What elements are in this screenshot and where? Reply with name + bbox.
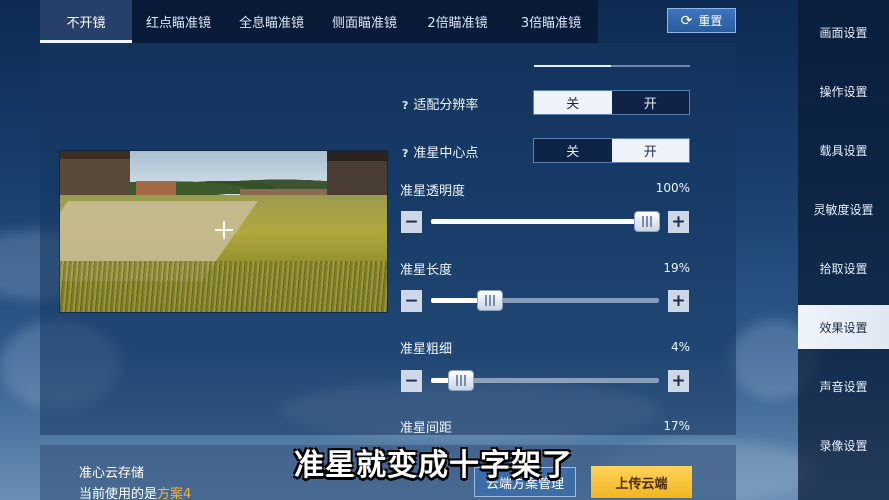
center-dot-label-row: ? 准星中心点 [402, 142, 478, 161]
resolution-label-row: ? 适配分辨率 [402, 94, 478, 113]
tab-no-scope[interactable]: 不开镜 [40, 0, 132, 43]
opacity-slider-thumb[interactable] [634, 211, 660, 232]
help-icon[interactable]: ? [402, 147, 408, 160]
thickness-value: 4% [670, 340, 690, 354]
length-value: 19% [663, 261, 690, 275]
center-dot-label: 准星中心点 [413, 146, 479, 161]
thickness-slider-thumb[interactable] [447, 370, 474, 391]
center-dot-toggle: 关 开 [533, 138, 690, 163]
length-slider-thumb[interactable] [476, 290, 503, 311]
resolution-off-option[interactable]: 关 [534, 91, 612, 114]
opacity-minus-button[interactable]: − [401, 211, 422, 233]
center-dot-on-option[interactable]: 开 [611, 139, 689, 162]
preview-grass [60, 261, 387, 312]
current-plan-name: 方案4 [157, 487, 192, 500]
opacity-label: 准星透明度 [400, 184, 466, 199]
center-dot-off-option[interactable]: 关 [534, 139, 612, 162]
crosshair-preview [59, 150, 388, 313]
cloud-storage-title: 准心云存储 [79, 466, 145, 481]
crosshair-icon [215, 221, 233, 239]
thickness-slider[interactable] [431, 370, 659, 391]
resolution-toggle: 关 开 [533, 90, 690, 115]
preview-house [60, 151, 130, 199]
tab-side-scope[interactable]: 侧面瞄准镜 [318, 0, 411, 43]
gap-label: 准星间距 [400, 421, 453, 436]
sidebar-item-graphics[interactable]: 画面设置 [798, 10, 889, 54]
length-label: 准星长度 [400, 263, 453, 278]
upload-cloud-button[interactable]: 上传云端 [591, 466, 692, 498]
reset-button[interactable]: ⟳ 重置 [667, 8, 736, 33]
current-plan-prefix: 当前使用的是 [79, 487, 158, 500]
current-plan-text: 当前使用的是方案4 [79, 483, 191, 500]
sidebar-item-recording[interactable]: 录像设置 [798, 423, 889, 467]
tab-red-dot-scope[interactable]: 红点瞄准镜 [132, 0, 225, 43]
divider [534, 65, 611, 67]
sidebar-item-effects[interactable]: 效果设置 [798, 305, 889, 349]
reset-button-label: 重置 [698, 14, 723, 28]
sidebar-item-sensitivity[interactable]: 灵敏度设置 [798, 187, 889, 231]
opacity-slider[interactable] [431, 211, 660, 232]
thickness-label: 准星粗细 [400, 342, 453, 357]
video-caption: 准星就变成十字架了 [294, 448, 573, 483]
tab-3x-scope[interactable]: 3倍瞄准镜 [504, 0, 598, 43]
sidebar-item-pickup[interactable]: 拾取设置 [798, 246, 889, 290]
sidebar-item-sound[interactable]: 声音设置 [798, 364, 889, 408]
sidebar-item-controls[interactable]: 操作设置 [798, 69, 889, 113]
resolution-on-option[interactable]: 开 [611, 91, 689, 114]
resolution-label: 适配分辨率 [413, 98, 479, 113]
tab-holographic-scope[interactable]: 全息瞄准镜 [225, 0, 318, 43]
gap-value: 17% [663, 419, 690, 433]
settings-sidebar: 画面设置 操作设置 载具设置 灵敏度设置 拾取设置 效果设置 声音设置 录像设置 [798, 0, 889, 500]
length-plus-button[interactable]: + [668, 290, 689, 312]
opacity-slider-fill [431, 219, 647, 224]
sidebar-item-vehicle[interactable]: 载具设置 [798, 128, 889, 172]
length-slider[interactable] [431, 290, 659, 311]
opacity-value: 100% [655, 181, 690, 195]
refresh-icon: ⟳ [680, 12, 693, 29]
thickness-plus-button[interactable]: + [668, 370, 689, 392]
tab-2x-scope[interactable]: 2倍瞄准镜 [411, 0, 504, 43]
length-minus-button[interactable]: − [401, 290, 422, 312]
help-icon[interactable]: ? [402, 99, 408, 112]
divider [611, 65, 690, 67]
crosshair-scope-tabs: 不开镜 红点瞄准镜 全息瞄准镜 侧面瞄准镜 2倍瞄准镜 3倍瞄准镜 [40, 0, 598, 43]
preview-roof [136, 181, 176, 195]
thickness-minus-button[interactable]: − [401, 370, 422, 392]
opacity-plus-button[interactable]: + [668, 211, 689, 233]
